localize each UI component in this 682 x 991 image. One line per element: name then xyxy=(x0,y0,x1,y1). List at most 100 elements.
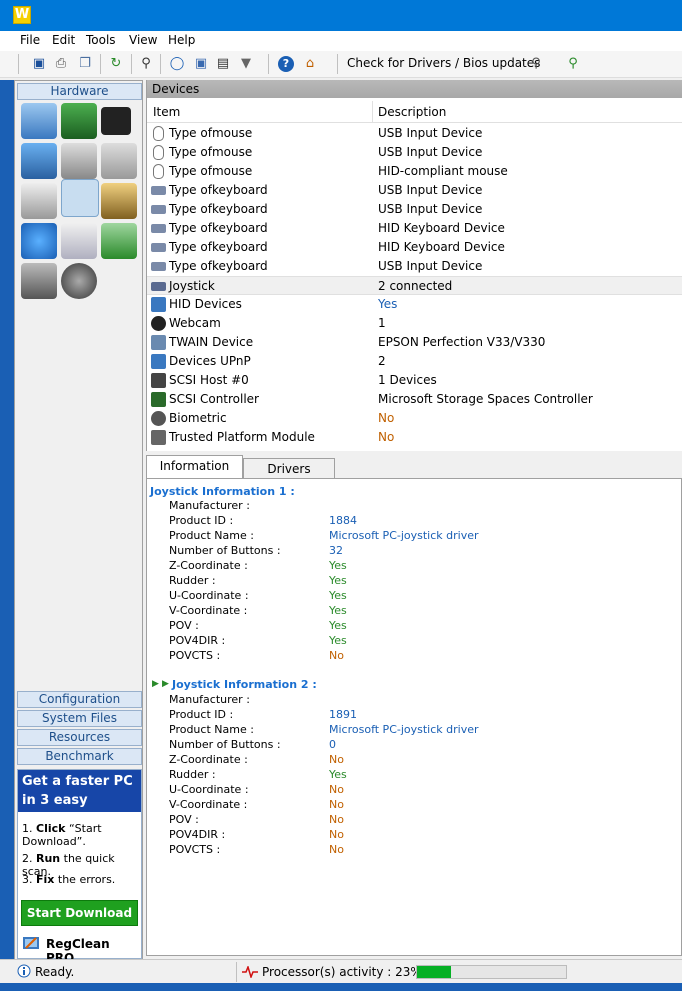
device-dropdown-icon[interactable]: ▼ xyxy=(238,56,254,72)
menu-view[interactable]: View xyxy=(129,33,157,47)
scan-drivers-icon[interactable]: ⚲ xyxy=(528,56,544,72)
category-benchmark[interactable]: Benchmark xyxy=(17,748,142,765)
status-text: Ready. xyxy=(35,965,75,979)
audio-icon[interactable] xyxy=(101,183,137,219)
refresh-icon[interactable]: ↻ xyxy=(108,56,124,72)
device-row[interactable]: Webcam 1 xyxy=(147,314,682,333)
device-row[interactable]: Type ofmouse USB Input Device xyxy=(147,124,682,143)
device-row[interactable]: Joystick 2 connected xyxy=(147,276,682,295)
device-row[interactable]: Type ofkeyboard USB Input Device xyxy=(147,257,682,276)
device-row[interactable]: SCSI Host #0 1 Devices xyxy=(147,371,682,390)
print-icon[interactable]: ⎙ xyxy=(53,56,69,72)
device-row[interactable]: Type ofkeyboard USB Input Device xyxy=(147,181,682,200)
tpm-icon xyxy=(151,430,166,445)
column-item[interactable]: Item xyxy=(153,105,180,119)
menu-bar: File Edit Tools View Help xyxy=(0,31,682,51)
regclean-logo-icon xyxy=(23,937,39,949)
column-separator[interactable] xyxy=(372,101,373,123)
display-icon[interactable] xyxy=(21,143,57,179)
step-text: the errors. xyxy=(57,873,116,886)
devices-title: Devices xyxy=(147,80,682,98)
computer-icon[interactable] xyxy=(21,103,57,139)
device-row[interactable]: Biometric No xyxy=(147,409,682,428)
copy-icon[interactable]: ❐ xyxy=(77,56,93,72)
device-item-name: SCSI Host #0 xyxy=(169,373,249,387)
cpu-icon[interactable] xyxy=(101,107,131,135)
menu-tools[interactable]: Tools xyxy=(86,33,116,47)
info-value: Yes xyxy=(329,589,347,602)
device-row[interactable]: Trusted Platform Module No xyxy=(147,428,682,447)
device-item-description: 2 xyxy=(378,354,386,368)
device-item-name: HID Devices xyxy=(169,297,242,311)
server-icon[interactable] xyxy=(21,263,57,299)
menu-edit[interactable]: Edit xyxy=(52,33,75,47)
device-row[interactable]: HID Devices Yes xyxy=(147,295,682,314)
category-hardware[interactable]: Hardware xyxy=(17,83,142,100)
category-configuration[interactable]: Configuration xyxy=(17,691,142,708)
device-item-description: Yes xyxy=(378,297,398,311)
app-icon: W xyxy=(13,6,31,24)
info-value: No xyxy=(329,843,344,856)
check-drivers-label[interactable]: Check for Drivers / Bios updates xyxy=(347,56,540,70)
scan-bios-icon[interactable]: ⚲ xyxy=(565,56,581,72)
tab-information[interactable]: Information xyxy=(146,455,243,479)
step-number: 2. xyxy=(22,852,33,865)
info-label: Product Name : xyxy=(169,723,254,736)
info-value: Yes xyxy=(329,574,347,587)
barcode-icon[interactable]: ▤ xyxy=(215,56,231,72)
info-value: No xyxy=(329,813,344,826)
category-system-files[interactable]: System Files xyxy=(17,710,142,727)
printer-icon[interactable] xyxy=(21,183,57,219)
desktop-edge xyxy=(0,983,682,991)
column-description[interactable]: Description xyxy=(378,105,446,119)
info-label: Z-Coordinate : xyxy=(169,559,248,572)
start-download-button[interactable]: Start Download xyxy=(21,900,138,926)
heartbeat-icon xyxy=(242,966,258,978)
help-icon[interactable]: ? xyxy=(278,56,294,72)
scsi-icon xyxy=(151,373,166,388)
monitor-icon[interactable]: ▣ xyxy=(193,56,209,72)
device-item-description: HID Keyboard Device xyxy=(378,240,505,254)
device-item-name: Joystick xyxy=(169,279,215,293)
devices-column-header: Item Description xyxy=(147,101,682,123)
device-item-description: USB Input Device xyxy=(378,259,483,273)
save-icon[interactable]: ▣ xyxy=(31,56,47,72)
keyboard-icon xyxy=(151,243,166,252)
internet-icon[interactable] xyxy=(21,223,57,259)
device-row[interactable]: Devices UPnP 2 xyxy=(147,352,682,371)
menu-help[interactable]: Help xyxy=(168,33,195,47)
benchmark-gauge-icon[interactable] xyxy=(61,263,97,299)
network-icon[interactable]: ◯ xyxy=(169,56,185,72)
controller-icon xyxy=(151,392,166,407)
menu-file[interactable]: File xyxy=(20,33,40,47)
info-value: 1891 xyxy=(329,708,357,721)
motherboard-icon[interactable] xyxy=(61,103,97,139)
drives-icon[interactable] xyxy=(101,143,137,179)
category-resources[interactable]: Resources xyxy=(17,729,142,746)
device-row[interactable]: TWAIN Device EPSON Perfection V33/V330 xyxy=(147,333,682,352)
expand-arrows-icon[interactable]: ▶ ▶ xyxy=(152,679,169,689)
information-panel: Joystick Information 1 : Manufacturer : P… xyxy=(146,478,682,956)
title-bar[interactable]: W xyxy=(0,0,682,31)
performance-icon[interactable] xyxy=(101,223,137,259)
usb-icon[interactable] xyxy=(61,223,97,259)
device-item-description: No xyxy=(378,411,395,425)
device-row[interactable]: Type ofmouse USB Input Device xyxy=(147,143,682,162)
devices-icon[interactable] xyxy=(61,179,99,217)
status-separator xyxy=(236,962,237,982)
devices-panel: Devices Item Description Type ofmouse USB… xyxy=(146,80,682,451)
step-action: Click xyxy=(36,822,66,835)
search-icon[interactable]: ⚲ xyxy=(138,56,154,72)
device-row[interactable]: SCSI Controller Microsoft Storage Spaces … xyxy=(147,390,682,409)
ports-icon[interactable] xyxy=(61,143,97,179)
device-item-description: USB Input Device xyxy=(378,183,483,197)
tab-drivers[interactable]: Drivers xyxy=(243,458,335,479)
home-icon[interactable]: ⌂ xyxy=(302,56,318,72)
device-row[interactable]: Type ofmouse HID-compliant mouse xyxy=(147,162,682,181)
device-row[interactable]: Type ofkeyboard USB Input Device xyxy=(147,200,682,219)
device-row[interactable]: Type ofkeyboard HID Keyboard Device xyxy=(147,219,682,238)
info-value: No xyxy=(329,783,344,796)
device-item-description: HID-compliant mouse xyxy=(378,164,508,178)
info-value: 32 xyxy=(329,544,343,557)
device-row[interactable]: Type ofkeyboard HID Keyboard Device xyxy=(147,238,682,257)
